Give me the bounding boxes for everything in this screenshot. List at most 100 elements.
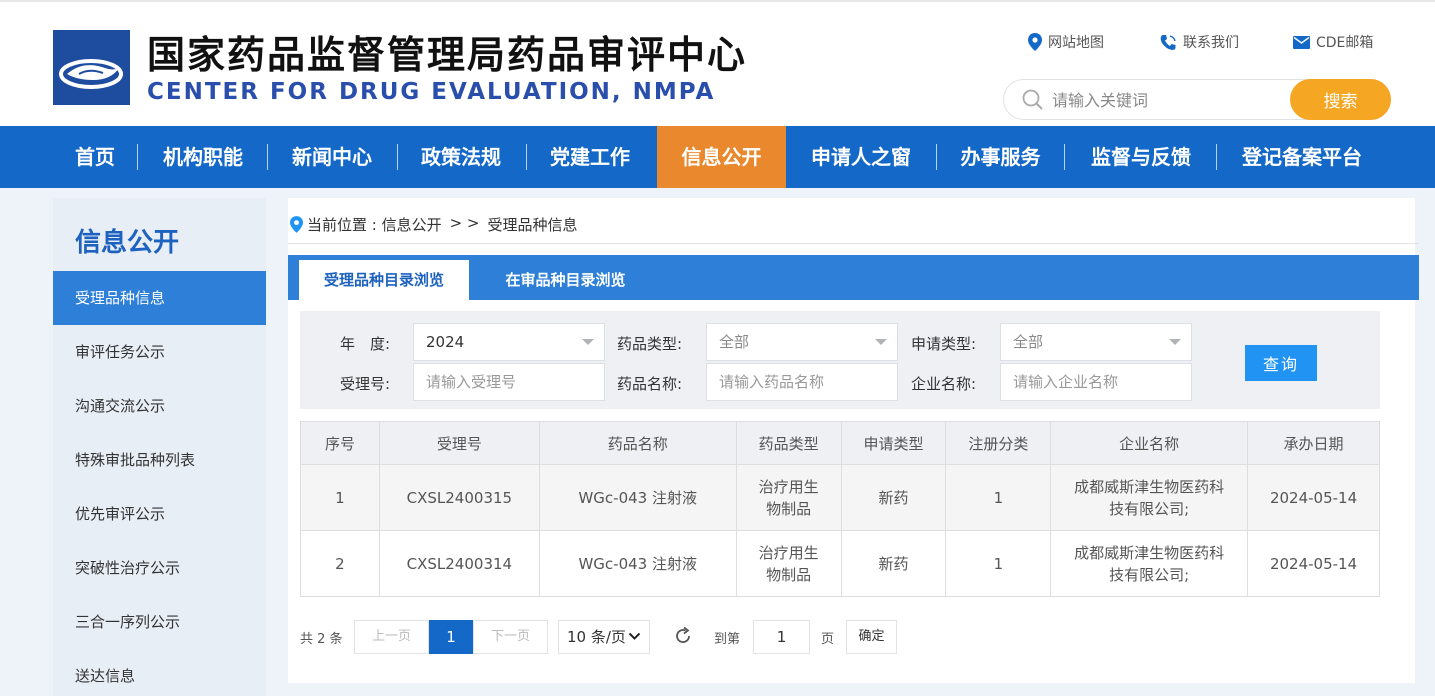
sitemap-label: 网站地图 [1048,35,1104,51]
sidebar-item-breakthrough[interactable]: 突破性治疗公示 [53,541,266,595]
nav-registration[interactable]: 登记备案平台 [1226,126,1378,188]
nav-organization[interactable]: 机构职能 [143,126,263,188]
cell-date: 2024-05-14 [1247,464,1380,531]
col-accept-no: 受理号 [378,421,540,465]
nav-supervision[interactable]: 监督与反馈 [1073,126,1209,188]
col-drug-type: 药品类型 [735,421,842,465]
cell-drug-name: WGc-043 注射液 [538,530,737,597]
sidebar-item-delivery[interactable]: 送达信息 [53,649,266,696]
breadcrumb-separator: > > [449,214,480,232]
table-row[interactable]: 1 CXSL2400315 WGc-043 注射液 治疗用生物制品 新药 1 成… [300,464,1380,531]
drug-name-input[interactable]: 请输入药品名称 [706,363,898,401]
page-1-button[interactable]: 1 [429,620,473,654]
mail-icon [1293,35,1310,49]
nav-divider [137,144,138,170]
main-content: 当前位置 : 信息公开 > > 受理品种信息 受理品种目录浏览 在审品种目录浏览… [288,198,1419,683]
col-reg-class: 注册分类 [945,421,1052,465]
nav-divider [1216,144,1217,170]
year-value: 2024 [426,333,465,351]
company-label: 企业名称: [911,375,977,393]
filter-panel: 年 度: 2024 药品类型: 全部 申请类型: 全部 受理号: 请输入受理号 … [300,311,1380,409]
pagination: 共 2 条 上一页 1 下一页 10 条/页 到第 1 页 确定 [300,619,1380,655]
col-apply-type: 申请类型 [840,421,947,465]
sidebar-item-review-tasks[interactable]: 审评任务公示 [53,325,266,379]
cell-no: 2 [300,530,380,597]
nav-applicant[interactable]: 申请人之窗 [796,126,926,188]
nav-home[interactable]: 首页 [57,126,133,188]
cell-drug-type: 治疗用生物制品 [735,464,842,531]
col-drug-name: 药品名称 [538,421,737,465]
sidebar-item-communication[interactable]: 沟通交流公示 [53,379,266,433]
apply-type-label: 申请类型: [911,335,977,353]
prev-page-button[interactable]: 上一页 [354,620,429,654]
nav-divider [267,144,268,170]
goto-confirm-button[interactable]: 确定 [846,620,897,654]
search-input[interactable] [1052,86,1282,114]
cell-accept-no: CXSL2400315 [378,464,540,531]
pagination-total: 共 2 条 [300,632,343,647]
cell-no: 1 [300,464,380,531]
table-row[interactable]: 2 CXSL2400314 WGc-043 注射液 治疗用生物制品 新药 1 成… [300,530,1380,597]
col-no: 序号 [300,421,380,465]
nav-divider [1064,144,1065,170]
breadcrumb-prefix[interactable]: 当前位置 : 信息公开 [307,214,442,235]
caret-down-icon [1169,339,1181,345]
search-button[interactable]: 搜索 [1290,79,1391,120]
cell-apply-type: 新药 [840,464,947,531]
query-button[interactable]: 查询 [1245,345,1317,381]
site-search: 搜索 [1003,79,1391,120]
next-page-button[interactable]: 下一页 [473,620,548,654]
mail-link[interactable]: CDE邮箱 [1293,32,1373,52]
year-label: 年 度: [340,335,391,353]
apply-type-value: 全部 [1013,333,1044,351]
site-header: 国家药品监督管理局药品审评中心 CENTER FOR DRUG EVALUATI… [0,0,1435,126]
caret-down-icon [875,339,887,345]
location-pin-icon [290,216,303,233]
chevron-down-icon [628,632,641,640]
sidebar-item-special-approval[interactable]: 特殊审批品种列表 [53,433,266,487]
tab-in-review-catalog[interactable]: 在审品种目录浏览 [478,260,653,300]
sidebar-title: 信息公开 [75,228,180,258]
apply-type-select[interactable]: 全部 [1000,323,1192,361]
sidebar-item-three-in-one[interactable]: 三合一序列公示 [53,595,266,649]
accept-no-input[interactable]: 请输入受理号 [413,363,605,401]
nav-policy[interactable]: 政策法规 [401,126,521,188]
page-size-value: 10 条/页 [567,628,626,646]
page-unit-label: 页 [821,632,835,647]
search-icon [1022,89,1043,110]
contact-link[interactable]: 联系我们 [1160,32,1239,52]
company-input[interactable]: 请输入企业名称 [1000,363,1192,401]
cell-reg-class: 1 [945,530,1052,597]
contact-label: 联系我们 [1183,35,1239,51]
sidebar-item-accepted[interactable]: 受理品种信息 [53,271,266,325]
caret-down-icon [582,339,594,345]
main-nav: 首页 机构职能 新闻中心 政策法规 党建工作 信息公开 申请人之窗 办事服务 监… [0,126,1435,188]
sitemap-link[interactable]: 网站地图 [1028,32,1104,52]
nav-divider [397,144,398,170]
page-size-select[interactable]: 10 条/页 [558,620,650,654]
tab-accepted-catalog[interactable]: 受理品种目录浏览 [299,260,469,300]
nav-news[interactable]: 新闻中心 [272,126,392,188]
cell-accept-no: CXSL2400314 [378,530,540,597]
nav-services[interactable]: 办事服务 [943,126,1058,188]
drug-type-select[interactable]: 全部 [706,323,898,361]
drug-type-value: 全部 [719,333,750,351]
nav-party[interactable]: 党建工作 [530,126,650,188]
goto-page-input[interactable]: 1 [753,620,810,654]
year-select[interactable]: 2024 [413,323,605,361]
nav-divider [526,144,527,170]
refresh-icon[interactable] [673,626,693,646]
goto-label: 到第 [714,632,741,647]
cde-logo[interactable] [53,30,130,105]
sidebar-item-priority[interactable]: 优先审评公示 [53,487,266,541]
table-header-row: 序号 受理号 药品名称 药品类型 申请类型 注册分类 企业名称 承办日期 [300,421,1380,465]
nav-info-disclosure[interactable]: 信息公开 [657,126,786,188]
cell-company: 成都威斯津生物医药科技有限公司; [1050,464,1249,531]
cell-reg-class: 1 [945,464,1052,531]
cell-company: 成都威斯津生物医药科技有限公司; [1050,530,1249,597]
drug-type-label: 药品类型: [617,335,683,353]
col-date: 承办日期 [1247,421,1380,465]
mail-label: CDE邮箱 [1316,35,1374,51]
sidebar: 信息公开 受理品种信息 审评任务公示 沟通交流公示 特殊审批品种列表 优先审评公… [53,198,266,696]
cell-drug-name: WGc-043 注射液 [538,464,737,531]
